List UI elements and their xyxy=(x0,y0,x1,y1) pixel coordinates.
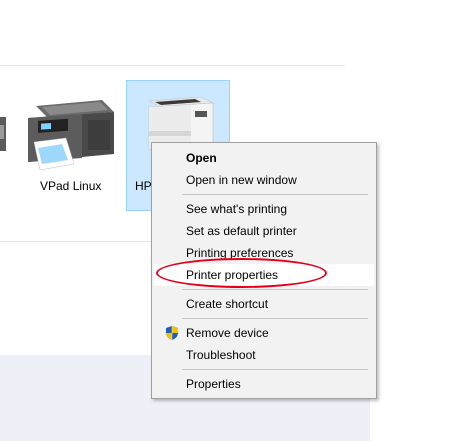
menu-item-see-whats-printing[interactable]: See what's printing xyxy=(154,198,374,220)
menu-separator xyxy=(182,369,368,370)
device-label-hp: HP xyxy=(135,179,152,193)
context-menu: Open Open in new window See what's print… xyxy=(151,142,377,399)
menu-item-printer-properties[interactable]: Printer properties xyxy=(154,264,374,286)
menu-item-open[interactable]: Open xyxy=(154,147,374,169)
device-label-vpad-linux: VPad Linux xyxy=(40,179,102,193)
partial-device-icon[interactable] xyxy=(0,115,10,155)
menu-separator xyxy=(182,318,368,319)
menu-item-create-shortcut[interactable]: Create shortcut xyxy=(154,293,374,315)
menu-item-printing-preferences[interactable]: Printing preferences xyxy=(154,242,374,264)
menu-separator xyxy=(182,289,368,290)
device-vpad-linux[interactable]: VPad Linux xyxy=(18,88,124,200)
menu-item-remove-device[interactable]: Remove device xyxy=(154,322,374,344)
menu-item-remove-device-label: Remove device xyxy=(186,326,269,340)
panel-top-divider xyxy=(0,65,345,66)
menu-item-set-default-printer[interactable]: Set as default printer xyxy=(154,220,374,242)
menu-item-open-new-window[interactable]: Open in new window xyxy=(154,169,374,191)
menu-separator xyxy=(182,194,368,195)
uac-shield-icon xyxy=(166,326,178,340)
menu-item-properties[interactable]: Properties xyxy=(154,373,374,395)
menu-item-troubleshoot[interactable]: Troubleshoot xyxy=(154,344,374,366)
multifunction-printer-icon xyxy=(28,100,114,171)
